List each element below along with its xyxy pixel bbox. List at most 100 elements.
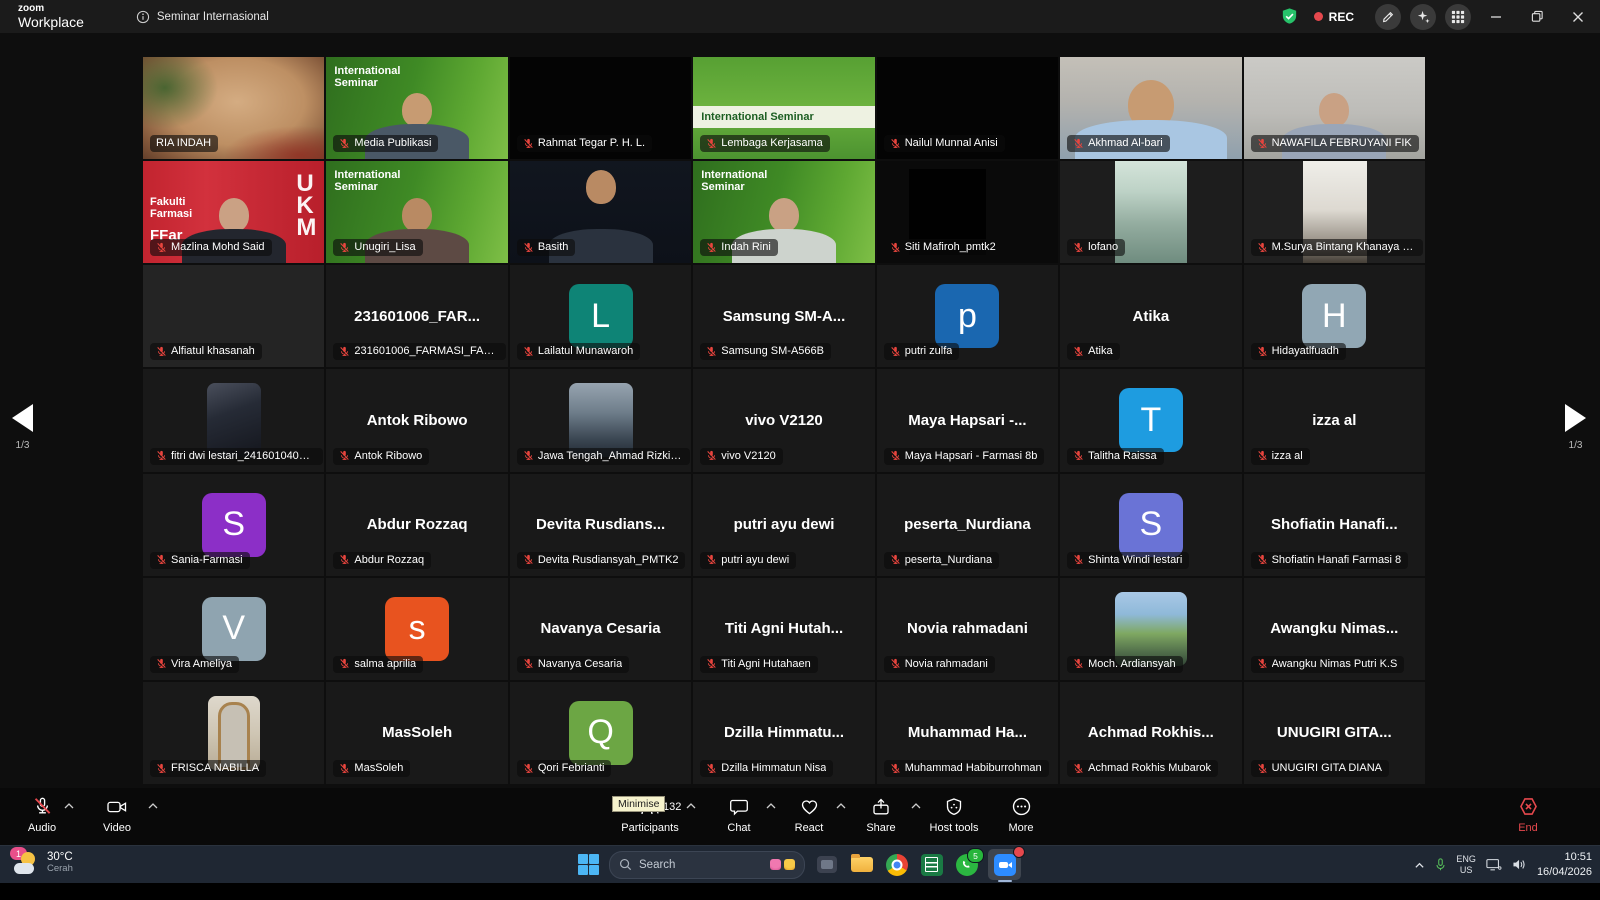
participant-tile[interactable]: Akhmad Al-bari bbox=[1060, 57, 1241, 159]
participant-tile[interactable]: Navanya Cesaria Navanya Cesaria bbox=[510, 578, 691, 680]
folder-icon bbox=[851, 857, 873, 872]
participant-tile[interactable]: lofano bbox=[1060, 161, 1241, 263]
participant-tile[interactable]: V Vira Ameliya bbox=[143, 578, 324, 680]
participant-tile[interactable]: vivo V2120 vivo V2120 bbox=[693, 369, 874, 471]
participant-tile[interactable]: L Lailatul Munawaroh bbox=[510, 265, 691, 367]
more-button[interactable]: More bbox=[975, 795, 1067, 834]
mic-muted-toolbar-icon bbox=[32, 795, 53, 818]
participant-tile[interactable]: Q Qori Febrianti bbox=[510, 682, 691, 784]
participant-tile[interactable]: NAWAFILA FEBRUYANI FIK bbox=[1244, 57, 1425, 159]
meeting-info[interactable]: Seminar Internasional bbox=[136, 10, 269, 24]
participant-tile[interactable]: Nailul Munnal Anisi bbox=[877, 57, 1058, 159]
taskbar-excel[interactable] bbox=[918, 851, 945, 878]
video-button[interactable]: Video bbox=[71, 795, 163, 834]
taskbar-file-explorer[interactable] bbox=[848, 851, 875, 878]
participant-tile[interactable]: Achmad Rokhis... Achmad Rokhis Mubarok bbox=[1060, 682, 1241, 784]
participant-tile[interactable]: Titi Agni Hutah... Titi Agni Hutahaen bbox=[693, 578, 874, 680]
participant-tile[interactable]: Alfiatul khasanah bbox=[143, 265, 324, 367]
recording-indicator[interactable]: REC bbox=[1314, 10, 1354, 24]
participant-tile[interactable]: putri ayu dewi putri ayu dewi bbox=[693, 474, 874, 576]
participant-name-text: Hidayatlfuadh bbox=[1272, 345, 1339, 357]
participant-tile[interactable]: 231601006_FAR... 231601006_FARMASI_FARAD… bbox=[326, 265, 507, 367]
ai-companion-button[interactable] bbox=[1410, 4, 1436, 30]
hidden-icons-chevron[interactable] bbox=[1414, 861, 1425, 869]
participant-tile[interactable]: Basith bbox=[510, 161, 691, 263]
participant-tile[interactable]: International Seminar Media Publikasi bbox=[326, 57, 507, 159]
taskbar-center: Search 5 bbox=[576, 851, 1021, 878]
participant-name-label: Novia rahmadani bbox=[884, 656, 995, 673]
close-window-button[interactable] bbox=[1562, 0, 1594, 33]
participant-tile[interactable]: S Shinta Windi lestari bbox=[1060, 474, 1241, 576]
taskbar-search-box[interactable]: Search bbox=[609, 851, 805, 879]
participant-name-label: Antok Ribowo bbox=[333, 448, 429, 465]
restore-window-button[interactable] bbox=[1521, 0, 1553, 33]
participant-name-label: Devita Rusdiansyah_PMTK2 bbox=[517, 552, 686, 569]
spreadsheet-icon bbox=[921, 854, 943, 876]
taskbar-chrome[interactable] bbox=[883, 851, 910, 878]
participant-tile[interactable]: Devita Rusdians... Devita Rusdiansyah_PM… bbox=[510, 474, 691, 576]
gallery-next-page-button[interactable]: 1/3 bbox=[1565, 404, 1586, 451]
participant-tile[interactable]: H Hidayatlfuadh bbox=[1244, 265, 1425, 367]
participant-tile[interactable]: Awangku Nimas... Awangku Nimas Putri K.S bbox=[1244, 578, 1425, 680]
taskbar-zoom-active[interactable] bbox=[988, 849, 1021, 880]
participant-name-text: NAWAFILA FEBRUYANI FIK bbox=[1272, 137, 1412, 149]
minimize-window-button[interactable] bbox=[1480, 0, 1512, 33]
participant-tile[interactable]: Maya Hapsari -... Maya Hapsari - Farmasi… bbox=[877, 369, 1058, 471]
participant-tile[interactable]: RIA INDAH bbox=[143, 57, 324, 159]
language-indicator[interactable]: ENG US bbox=[1456, 854, 1476, 875]
participant-tile[interactable]: FRISCA NABILLA bbox=[143, 682, 324, 784]
speaker-icon[interactable] bbox=[1512, 858, 1527, 871]
participant-tile[interactable]: Abdur Rozzaq Abdur Rozzaq bbox=[326, 474, 507, 576]
participant-tile[interactable]: Moch. Ardiansyah bbox=[1060, 578, 1241, 680]
taskbar-app-window[interactable] bbox=[813, 851, 840, 878]
participant-tile[interactable]: Shofiatin Hanafi... Shofiatin Hanafi Far… bbox=[1244, 474, 1425, 576]
participant-tile[interactable]: T Talitha Raissa bbox=[1060, 369, 1241, 471]
video-options-chevron[interactable] bbox=[148, 803, 158, 809]
tooltip-minimise: Minimise bbox=[612, 796, 665, 812]
participant-name-label: Akhmad Al-bari bbox=[1067, 135, 1170, 152]
zoom-app-icon bbox=[994, 854, 1016, 876]
annotate-button[interactable] bbox=[1375, 4, 1401, 30]
cast-display-icon[interactable] bbox=[1486, 858, 1502, 871]
muted-mic-icon bbox=[523, 658, 534, 669]
participant-tile[interactable]: s salma aprilia bbox=[326, 578, 507, 680]
participant-tile[interactable]: UNUGIRI GITA... UNUGIRI GITA DIANA bbox=[1244, 682, 1425, 784]
participant-tile[interactable]: S Sania-Farmasi bbox=[143, 474, 324, 576]
logo-line2: Workplace bbox=[18, 15, 84, 29]
participant-name-label: RIA INDAH bbox=[150, 135, 218, 152]
tray-microphone-icon[interactable] bbox=[1435, 858, 1446, 872]
participant-tile[interactable]: Rahmat Tegar P. H. L. bbox=[510, 57, 691, 159]
participant-tile[interactable]: International Seminar Indah Rini bbox=[693, 161, 874, 263]
taskbar-clock[interactable]: 10:51 16/04/2026 bbox=[1537, 850, 1592, 879]
participant-tile[interactable]: MasSoleh MasSoleh bbox=[326, 682, 507, 784]
muted-mic-icon bbox=[706, 138, 717, 149]
participant-name-label: Lembaga Kerjasama bbox=[700, 135, 830, 152]
participant-tile[interactable]: Jawa Tengah_Ahmad Rizki Nur A... bbox=[510, 369, 691, 471]
participant-tile[interactable]: Samsung SM-A... Samsung SM-A566B bbox=[693, 265, 874, 367]
participant-name-text: Alfiatul khasanah bbox=[171, 345, 255, 357]
apps-button[interactable] bbox=[1445, 4, 1471, 30]
participant-tile[interactable]: p putri zulfa bbox=[877, 265, 1058, 367]
participant-tile[interactable]: Novia rahmadani Novia rahmadani bbox=[877, 578, 1058, 680]
participant-tile[interactable]: Dzilla Himmatu... Dzilla Himmatun Nisa bbox=[693, 682, 874, 784]
recording-label: REC bbox=[1329, 10, 1354, 24]
participant-tile[interactable]: fitri dwi lestari_241601040_farma... bbox=[143, 369, 324, 471]
participant-tile[interactable]: izza al izza al bbox=[1244, 369, 1425, 471]
participant-tile[interactable]: M.Surya Bintang Khanaya R.D.N ... bbox=[1244, 161, 1425, 263]
participant-tile[interactable]: Muhammad Ha... Muhammad Habiburrohman bbox=[877, 682, 1058, 784]
participant-tile[interactable]: Siti Mafiroh_pmtk2 bbox=[877, 161, 1058, 263]
participant-tile[interactable]: International Seminar Unugiri_Lisa bbox=[326, 161, 507, 263]
participant-tile[interactable]: Atika Atika bbox=[1060, 265, 1241, 367]
taskbar-weather-widget[interactable]: 1 30°C Cerah bbox=[12, 850, 73, 875]
encryption-shield-icon[interactable] bbox=[1280, 7, 1299, 26]
participant-name-text: Samsung SM-A566B bbox=[721, 345, 824, 357]
gallery-previous-page-button[interactable]: 1/3 bbox=[12, 404, 33, 451]
participant-tile[interactable]: peserta_Nurdiana peserta_Nurdiana bbox=[877, 474, 1058, 576]
participant-tile[interactable]: FakultiFarmasiFFarUKM Mazlina Mohd Said bbox=[143, 161, 324, 263]
participant-tile[interactable]: International Seminar Lembaga Kerjasama bbox=[693, 57, 874, 159]
start-button[interactable] bbox=[576, 852, 601, 877]
taskbar-whatsapp[interactable]: 5 bbox=[953, 851, 980, 878]
end-meeting-button[interactable]: End bbox=[1482, 795, 1574, 834]
participant-tile[interactable]: Antok Ribowo Antok Ribowo bbox=[326, 369, 507, 471]
title-bar: zoom Workplace Seminar Internasional REC bbox=[0, 0, 1600, 33]
